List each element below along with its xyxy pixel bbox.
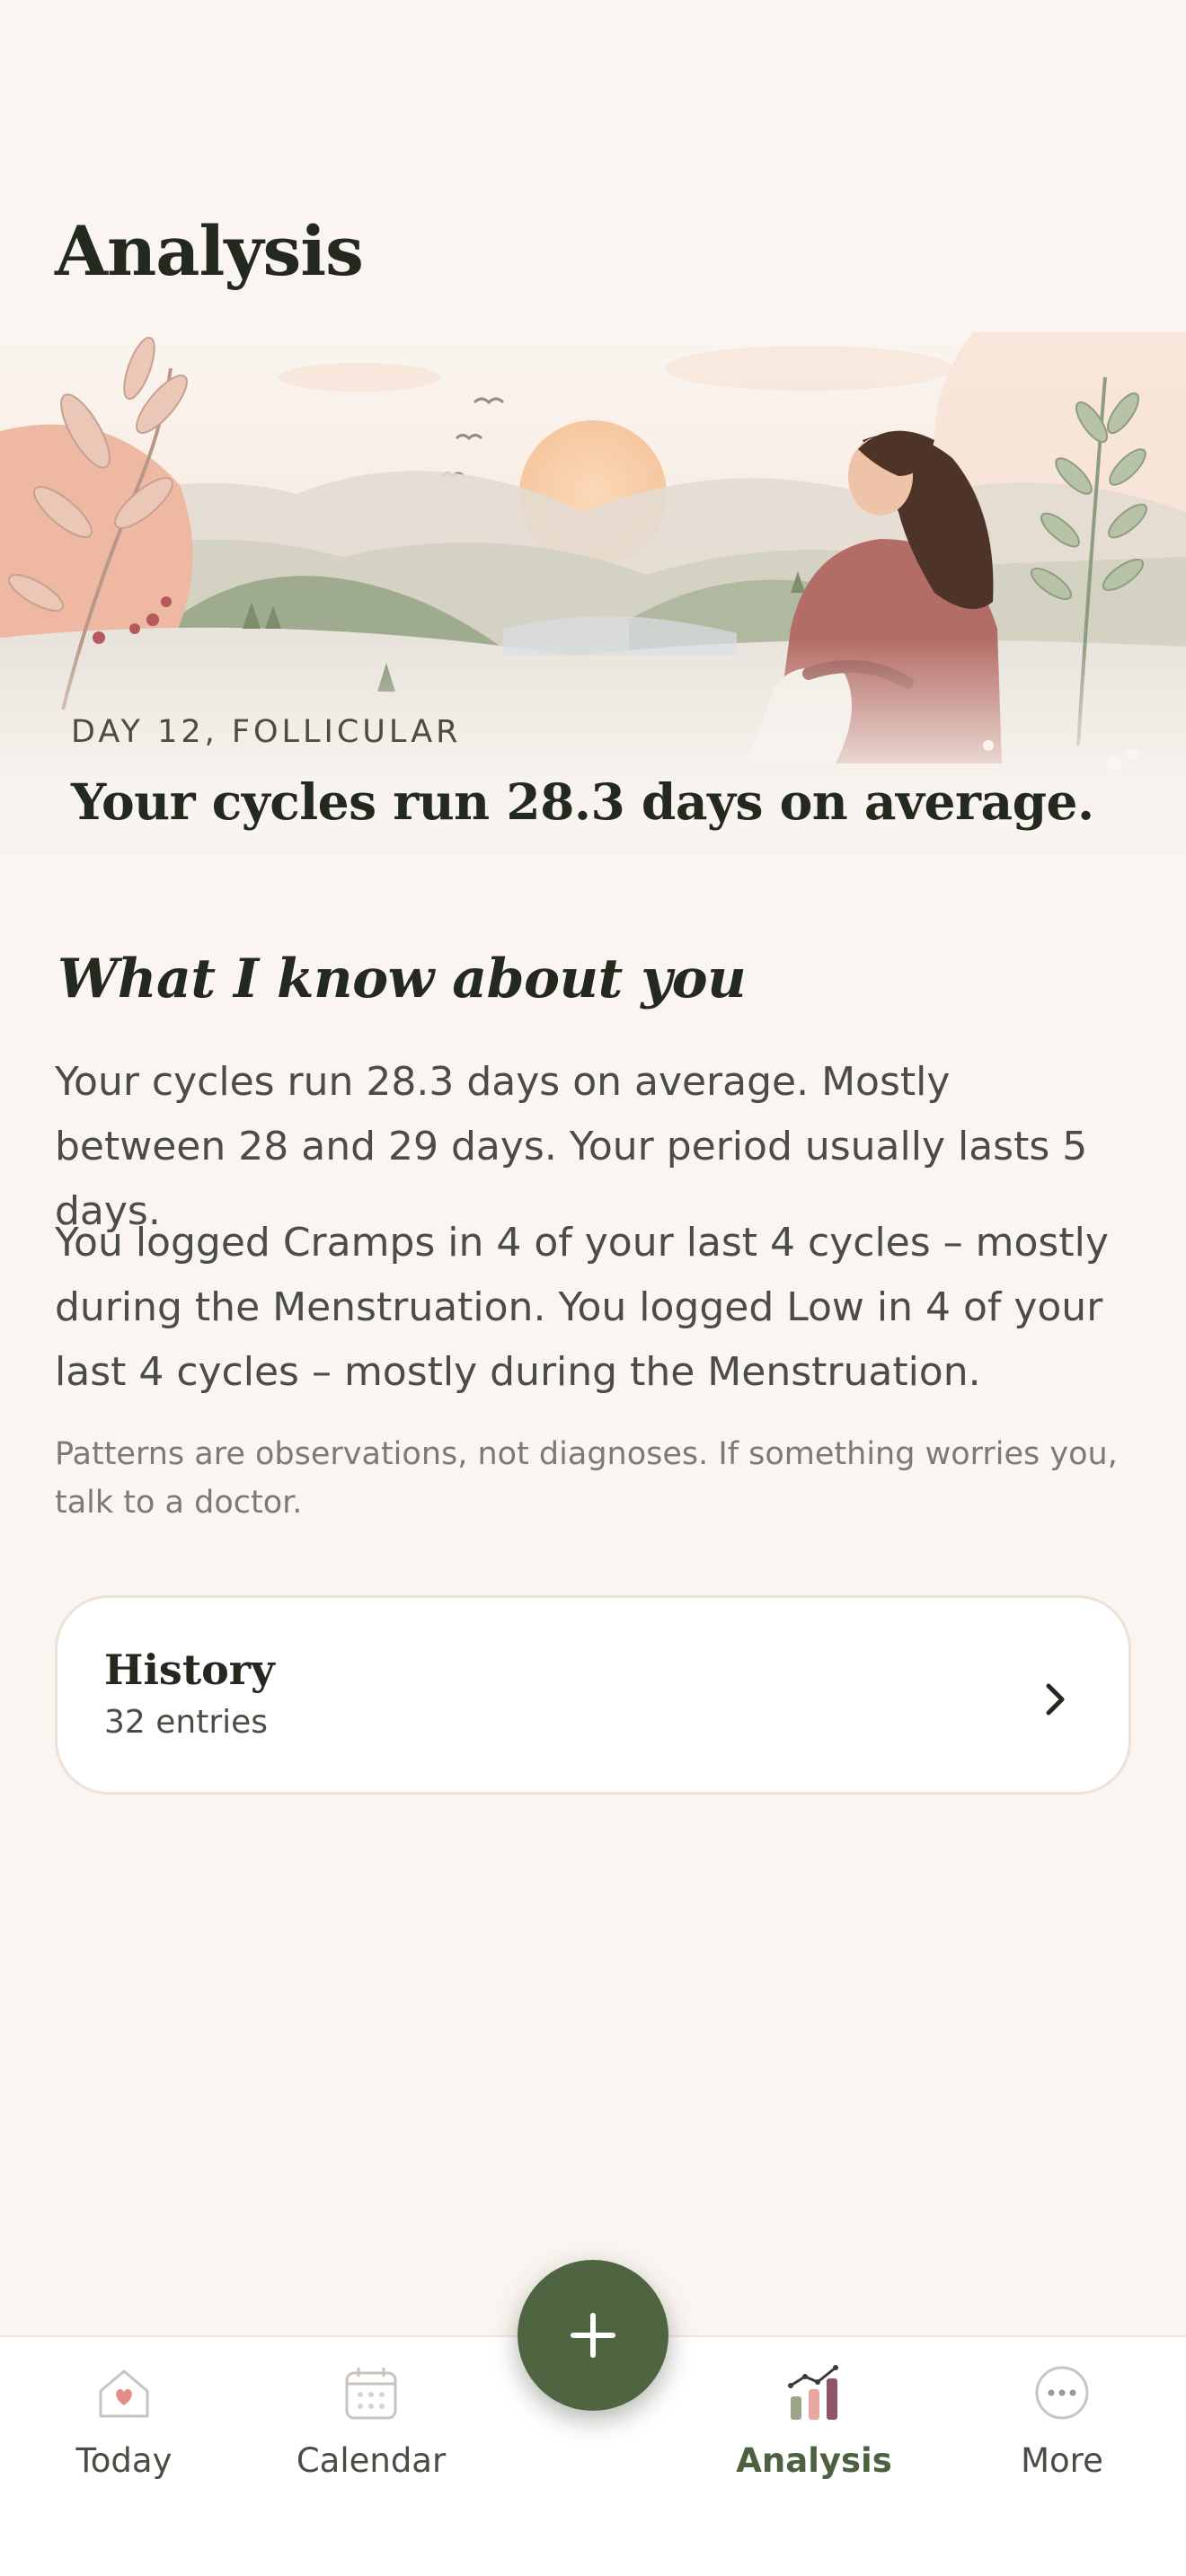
- bar-chart-icon: [788, 2365, 838, 2420]
- insights-title: What I know about you: [58, 948, 747, 1010]
- add-entry-button[interactable]: [518, 2260, 668, 2411]
- tab-label: More: [1021, 2441, 1103, 2480]
- disclaimer-text: Patterns are observations, not diagnoses…: [55, 1436, 1118, 1521]
- more-dots-icon: [1035, 2366, 1089, 2420]
- page-title: Analysis: [55, 211, 364, 291]
- tab-analysis[interactable]: Analysis: [711, 2337, 917, 2517]
- insight-symptoms: You logged Cramps in 4 of your last 4 cy…: [55, 1220, 1109, 1395]
- hero-headline: Your cycles run 28.3 days on average.: [71, 772, 1094, 831]
- calendar-icon: [345, 2368, 397, 2420]
- tab-label: Calendar: [296, 2441, 447, 2480]
- house-heart-icon: [99, 2369, 149, 2418]
- tab-calendar[interactable]: Calendar: [268, 2337, 474, 2517]
- tab-today[interactable]: Today: [21, 2337, 227, 2517]
- chevron-right-icon: [1046, 1683, 1065, 1716]
- history-entry-count: 32 entries: [104, 1704, 269, 1741]
- history-card[interactable]: History 32 entries: [55, 1595, 1131, 1795]
- plus-icon: [571, 2313, 615, 2358]
- cycle-day-label: DAY 12, FOLLICULAR: [71, 714, 462, 750]
- history-title: History: [104, 1645, 275, 1694]
- tab-label: Analysis: [736, 2441, 892, 2480]
- tab-more[interactable]: More: [959, 2337, 1165, 2517]
- tab-label: Today: [75, 2441, 173, 2480]
